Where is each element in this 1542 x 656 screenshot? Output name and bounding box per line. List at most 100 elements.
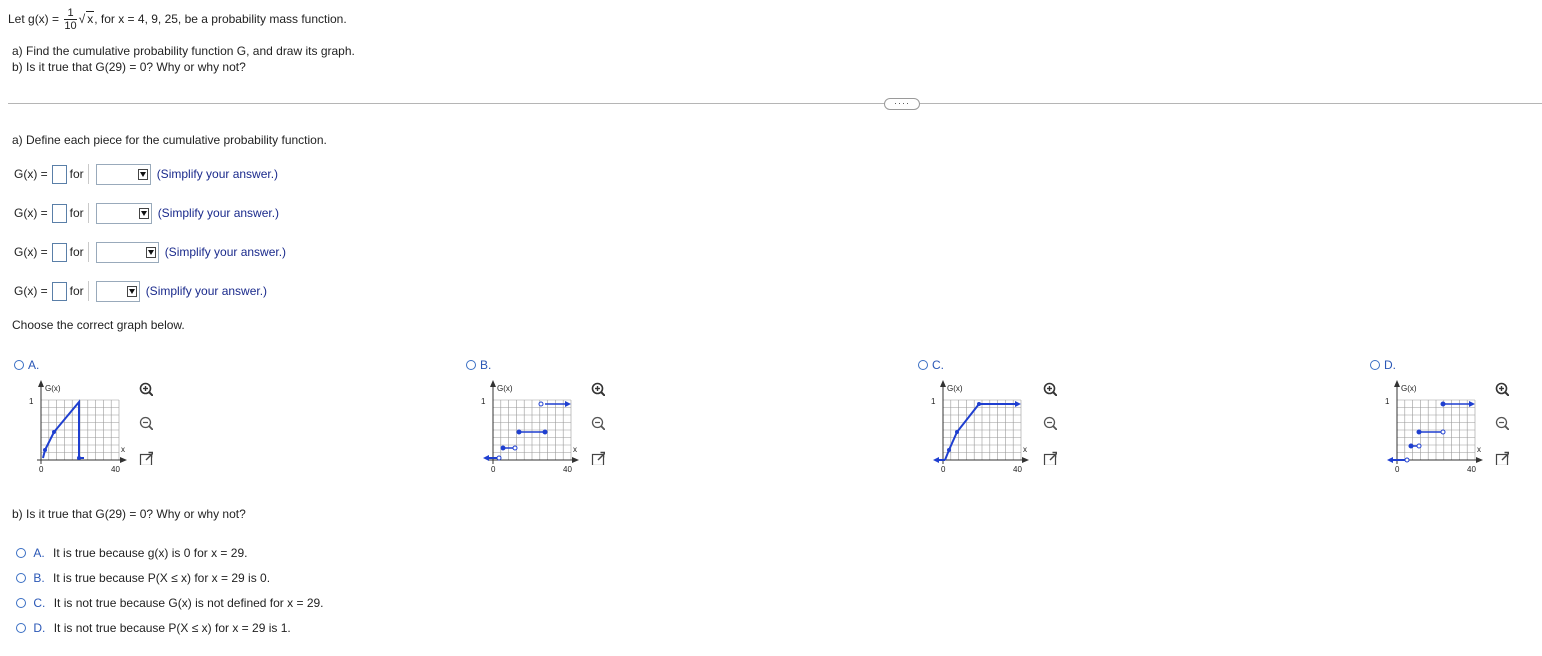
problem-definition: Let g(x) = 1 10 √ x, for x = 4, 9, 25, be… [8, 7, 347, 32]
plot-point [1416, 429, 1422, 435]
piece-1-domain-dropdown[interactable] [95, 163, 151, 185]
plot-point [77, 456, 81, 460]
open-external-icon[interactable] [1495, 451, 1509, 465]
piece-4-value-input[interactable] [51, 281, 67, 301]
dropdown-arrow-icon [138, 207, 149, 219]
piece-1-value-input[interactable] [51, 164, 67, 184]
zoom-out-icon[interactable] [1495, 416, 1509, 430]
choose-graph-prompt: Choose the correct graph below. [12, 318, 185, 332]
x-axis-arrow-icon [572, 457, 579, 463]
y-tick-label: 1 [1385, 397, 1390, 406]
zoom-out-icon[interactable] [1043, 416, 1057, 430]
separator [87, 281, 89, 301]
radio-button[interactable] [16, 623, 26, 633]
radio-button[interactable] [466, 360, 476, 370]
zoom-in-icon[interactable] [1043, 382, 1057, 396]
dropdown-arrow-icon [145, 246, 156, 258]
piece-2-domain-dropdown[interactable] [95, 202, 152, 224]
piece-4-domain-dropdown[interactable] [95, 280, 140, 302]
answer-option-a[interactable]: A. It is true because g(x) is 0 for x = … [16, 545, 247, 561]
piece-row-3: G(x) = for (Simplify your answer.) [14, 241, 286, 263]
x-axis-label: x [1477, 445, 1481, 454]
x-axis-arrow-icon [1476, 457, 1483, 463]
y-tick-label: 1 [481, 397, 486, 406]
dropdown-arrow-icon [137, 168, 148, 180]
radio-button[interactable] [16, 573, 26, 583]
radio-button[interactable] [16, 598, 26, 608]
radio-button[interactable] [1370, 360, 1380, 370]
plot-point [500, 445, 506, 451]
plot-point [52, 430, 56, 434]
separator [87, 242, 89, 262]
x-origin-label: 0 [491, 465, 496, 474]
graph-option-d[interactable]: D. [1370, 357, 1396, 373]
plot-point [542, 429, 548, 435]
x-origin-label: 0 [1395, 465, 1400, 474]
zoom-in-icon[interactable] [591, 382, 605, 396]
x-tick-label: 40 [1013, 465, 1022, 474]
piece-3-domain-dropdown[interactable] [95, 241, 159, 263]
radio-button[interactable] [16, 548, 26, 558]
arrow-left-icon [1387, 457, 1393, 463]
y-axis-label: G(x) [45, 384, 61, 393]
answer-option-d[interactable]: D. It is not true because P(X ≤ x) for x… [16, 620, 291, 636]
piece-2-value-input[interactable] [51, 203, 67, 223]
plot-point [1440, 429, 1446, 435]
piece-row-4: G(x) = for (Simplify your answer.) [14, 280, 267, 302]
x-axis-label: x [573, 445, 577, 454]
y-axis-arrow-icon [38, 380, 44, 387]
x-tick-label: 40 [1467, 465, 1476, 474]
piece-3-value-input[interactable] [51, 242, 67, 262]
y-axis-label: G(x) [947, 384, 963, 393]
plot-point [977, 402, 981, 406]
piece-row-2: G(x) = for (Simplify your answer.) [14, 202, 279, 224]
plot-point [43, 448, 47, 452]
piece-row-1: G(x) = for (Simplify your answer.) [14, 163, 278, 185]
graph-a[interactable]: G(x) 1 0 40 x [25, 376, 135, 486]
y-axis-arrow-icon [1394, 380, 1400, 387]
plot-point [538, 401, 544, 407]
separator [87, 203, 89, 223]
answer-option-b[interactable]: B. It is true because P(X ≤ x) for x = 2… [16, 570, 270, 586]
plot-point [512, 445, 518, 451]
zoom-in-icon[interactable] [139, 382, 153, 396]
graph-option-b[interactable]: B. [466, 357, 491, 373]
zoom-out-icon[interactable] [139, 416, 153, 430]
dropdown-arrow-icon [126, 285, 137, 297]
plot-point [947, 448, 951, 452]
sqrt-symbol: √ [78, 12, 86, 27]
graph-d[interactable]: G(x) 1 0 40 x [1381, 376, 1491, 486]
plot-point [496, 455, 502, 461]
graph-b[interactable]: G(x) 1 0 40 x [477, 376, 587, 486]
zoom-in-icon[interactable] [1495, 382, 1509, 396]
x-origin-label: 0 [941, 465, 946, 474]
x-axis-arrow-icon [1022, 457, 1029, 463]
more-button[interactable]: ···· [884, 98, 920, 110]
open-external-icon[interactable] [139, 451, 153, 465]
y-axis-arrow-icon [940, 380, 946, 387]
arrow-right-icon [1469, 401, 1475, 407]
y-tick-label: 1 [931, 397, 936, 406]
x-tick-label: 40 [563, 465, 572, 474]
open-external-icon[interactable] [591, 451, 605, 465]
radio-button[interactable] [918, 360, 928, 370]
x-tick-label: 40 [111, 465, 120, 474]
zoom-out-icon[interactable] [591, 416, 605, 430]
arrow-left-icon [933, 457, 939, 463]
plot-point [955, 430, 959, 434]
plot-point [1440, 401, 1446, 407]
section-b-heading: b) Is it true that G(29) = 0? Why or why… [12, 507, 246, 521]
graph-option-a[interactable]: A. [14, 357, 39, 373]
x-axis-arrow-icon [120, 457, 127, 463]
radio-button[interactable] [14, 360, 24, 370]
plot-point [1408, 443, 1414, 449]
open-external-icon[interactable] [1043, 451, 1057, 465]
divider [8, 103, 1542, 104]
graph-c[interactable]: G(x) 1 0 40 x [927, 376, 1037, 486]
arrow-right-icon [565, 401, 571, 407]
x-origin-label: 0 [39, 465, 44, 474]
arrow-left-icon [483, 455, 489, 461]
graph-option-c[interactable]: C. [918, 357, 944, 373]
answer-option-c[interactable]: C. It is not true because G(x) is not de… [16, 595, 324, 611]
y-tick-label: 1 [29, 397, 34, 406]
